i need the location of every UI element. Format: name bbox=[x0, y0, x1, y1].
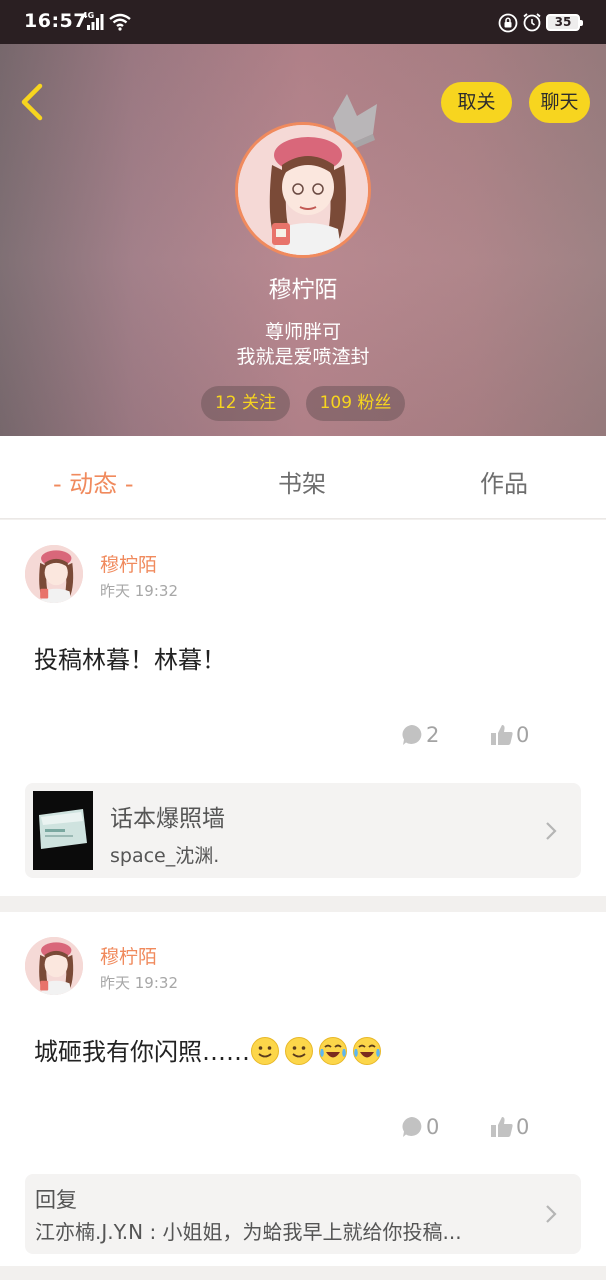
laugh-cry-emoji bbox=[319, 1037, 347, 1065]
thumbs-up-icon bbox=[491, 1117, 513, 1137]
status-time: 16:57 bbox=[24, 10, 87, 32]
status-bar: 16:57 4G 35 bbox=[0, 0, 606, 44]
topic-title: 话本爆照墙 bbox=[110, 806, 225, 832]
like-button[interactable]: 0 bbox=[490, 1112, 529, 1142]
signal-icon bbox=[87, 14, 104, 30]
battery-icon: 35 bbox=[546, 14, 583, 31]
feed-post: 穆柠陌 昨天 19:32 城砸我有你闪照…… 0 0 回复 江亦楠.J.Y.N … bbox=[0, 912, 606, 1266]
comment-count: 0 bbox=[426, 1115, 440, 1139]
reply-label: 回复 bbox=[35, 1188, 77, 1212]
post-author-name[interactable]: 穆柠陌 bbox=[100, 942, 157, 969]
alarm-icon bbox=[523, 13, 541, 32]
topic-subtitle: space_沈渊. bbox=[110, 845, 220, 867]
comment-button[interactable]: 2 bbox=[400, 720, 439, 750]
like-count: 0 bbox=[516, 1115, 530, 1139]
comment-button[interactable]: 0 bbox=[400, 1112, 439, 1142]
profile-avatar[interactable] bbox=[235, 122, 371, 258]
tab-bookshelf[interactable]: 书架 bbox=[278, 464, 326, 499]
topic-thumbnail bbox=[33, 791, 93, 870]
unfollow-button[interactable]: 取关 bbox=[441, 82, 512, 123]
chevron-right-icon bbox=[546, 1205, 557, 1223]
like-button[interactable]: 0 bbox=[490, 720, 529, 750]
post-timestamp: 昨天 19:32 bbox=[100, 582, 178, 600]
smile-emoji bbox=[251, 1037, 279, 1065]
chevron-left-icon bbox=[21, 83, 43, 121]
avatar-illustration bbox=[25, 545, 83, 603]
post-text: 城砸我有你闪照…… bbox=[34, 1038, 250, 1066]
bio-line-1: 尊师胖可 bbox=[264, 321, 341, 343]
post-author-name[interactable]: 穆柠陌 bbox=[100, 550, 157, 577]
tab-activity[interactable]: - 动态 - bbox=[53, 464, 134, 499]
post-text-with-emoji: 城砸我有你闪照…… bbox=[34, 1032, 382, 1067]
like-count: 0 bbox=[516, 723, 530, 747]
comment-count: 2 bbox=[426, 723, 440, 747]
following-count-button[interactable]: 12 关注 bbox=[201, 386, 290, 421]
tab-works[interactable]: 作品 bbox=[480, 464, 528, 499]
avatar-illustration bbox=[25, 937, 83, 995]
comment-icon bbox=[402, 1117, 422, 1137]
linked-topic-card[interactable]: 话本爆照墙 space_沈渊. bbox=[25, 783, 581, 878]
profile-bio: 尊师胖可 我就是爱喷渣封 bbox=[0, 320, 606, 370]
profile-header: 16:57 4G 35 取关 聊天 穆柠陌 尊师胖可 我就是爱喷渣封 12 关注… bbox=[0, 0, 606, 436]
thumbnail-image bbox=[33, 791, 93, 870]
back-button[interactable] bbox=[14, 80, 50, 124]
bio-line-2: 我就是爱喷渣封 bbox=[236, 346, 370, 368]
chat-button[interactable]: 聊天 bbox=[529, 82, 590, 123]
smile-emoji bbox=[285, 1037, 313, 1065]
avatar-illustration bbox=[238, 125, 368, 255]
chevron-right-icon bbox=[546, 822, 557, 840]
wifi-icon bbox=[109, 13, 131, 31]
reply-text: 江亦楠.J.Y.N : 小姐姐，为蛤我早上就给你投稿... bbox=[35, 1220, 462, 1244]
laugh-cry-emoji bbox=[353, 1037, 381, 1065]
post-author-avatar[interactable] bbox=[25, 545, 83, 603]
thumbs-up-icon bbox=[491, 725, 513, 745]
profile-tabs: - 动态 - 书架 作品 bbox=[0, 436, 606, 519]
post-timestamp: 昨天 19:32 bbox=[100, 974, 178, 992]
post-text: 投稿林暮！林暮！ bbox=[34, 646, 226, 674]
profile-username: 穆柠陌 bbox=[268, 277, 338, 303]
post-author-avatar[interactable] bbox=[25, 937, 83, 995]
reply-preview-card[interactable]: 回复 江亦楠.J.Y.N : 小姐姐，为蛤我早上就给你投稿... bbox=[25, 1174, 581, 1254]
fans-count-button[interactable]: 109 粉丝 bbox=[306, 386, 405, 421]
comment-icon bbox=[402, 725, 422, 745]
lock-icon bbox=[498, 13, 518, 33]
feed-post: 穆柠陌 昨天 19:32 投稿林暮！林暮！ 2 0 话本爆照墙 space_沈渊… bbox=[0, 520, 606, 896]
